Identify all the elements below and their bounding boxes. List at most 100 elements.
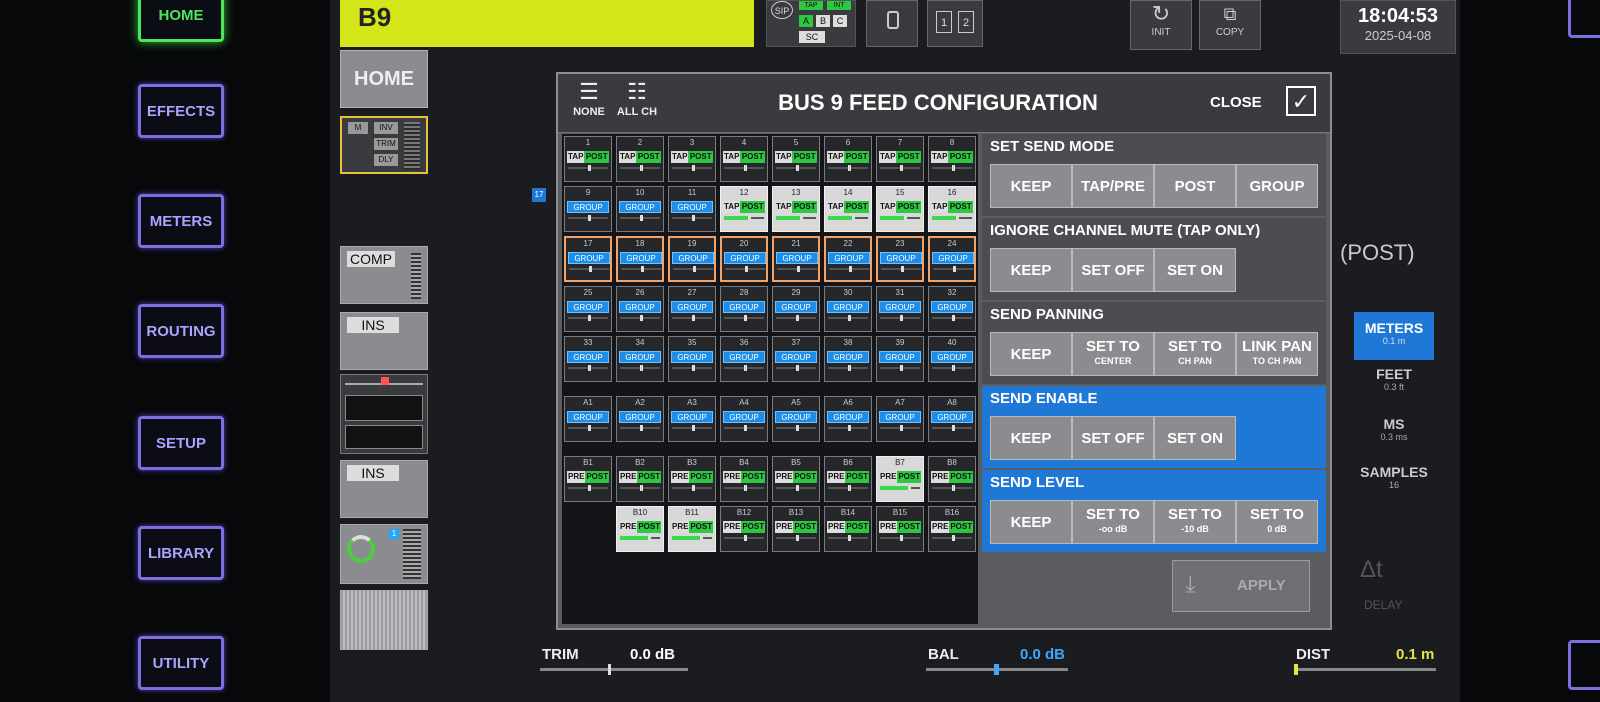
page-buttons[interactable]: 1 2 [927, 0, 983, 47]
send-level-knob[interactable] [640, 365, 643, 371]
channel-cell-b1[interactable]: B1 PRE POST [564, 456, 612, 502]
channel-cell-25[interactable]: 25 GROUP [564, 286, 612, 332]
send-level-knob[interactable] [692, 215, 695, 221]
channel-cell-39[interactable]: 39 GROUP [876, 336, 924, 382]
send-level-fader[interactable] [672, 165, 712, 171]
option-button[interactable]: SET OFF [1072, 416, 1154, 460]
send-level-fader[interactable] [568, 315, 608, 321]
channel-cell-15[interactable]: 15 TAP POST [876, 186, 924, 232]
output-tile[interactable] [340, 590, 428, 650]
send-level-fader[interactable] [880, 315, 920, 321]
send-level-knob[interactable] [952, 365, 955, 371]
channel-cell-b12[interactable]: B12 PRE POST [720, 506, 768, 552]
send-level-fader[interactable] [932, 485, 972, 491]
trim-slider-knob[interactable] [608, 664, 611, 675]
channel-cell-31[interactable]: 31 GROUP [876, 286, 924, 332]
channel-cell-b14[interactable]: B14 PRE POST [824, 506, 872, 552]
usb-button[interactable] [866, 0, 918, 47]
send-level-knob[interactable] [744, 315, 747, 321]
send-level-fader[interactable] [932, 315, 972, 321]
channel-cell-29[interactable]: 29 GROUP [772, 286, 820, 332]
channel-cell-a5[interactable]: A5 GROUP [772, 396, 820, 442]
send-level-knob[interactable] [900, 425, 903, 431]
send-level-fader[interactable] [880, 365, 920, 371]
send-level-knob[interactable] [796, 365, 799, 371]
eq-tile[interactable] [340, 374, 428, 454]
option-button[interactable]: SET ON [1154, 248, 1236, 292]
send-level-fader[interactable] [672, 365, 712, 371]
send-level-knob[interactable] [900, 165, 903, 171]
send-level-knob[interactable] [693, 266, 696, 272]
right-hardware-button[interactable] [1568, 640, 1600, 690]
option-button[interactable]: SET OFF [1072, 248, 1154, 292]
send-level-fader[interactable] [828, 165, 868, 171]
channel-cell-9[interactable]: 9 GROUP [564, 186, 612, 232]
send-level-fader[interactable] [620, 365, 660, 371]
channel-cell-a7[interactable]: A7 GROUP [876, 396, 924, 442]
send-level-knob[interactable] [640, 315, 643, 321]
hw-button-meters[interactable]: METERS [138, 194, 224, 248]
send-level-knob[interactable] [640, 215, 643, 221]
send-level-fader[interactable] [776, 425, 816, 431]
trim-slider[interactable] [540, 668, 688, 671]
apply-button[interactable]: ⤓ APPLY [1172, 560, 1310, 612]
send-level-fader[interactable] [776, 165, 816, 171]
channel-cell-35[interactable]: 35 GROUP [668, 336, 716, 382]
send-level-fader[interactable] [724, 165, 764, 171]
channel-cell-21[interactable]: 21 GROUP [772, 236, 820, 282]
send-level-knob[interactable] [588, 215, 591, 221]
option-button[interactable]: GROUP [1236, 164, 1318, 208]
channel-cell-5[interactable]: 5 TAP POST [772, 136, 820, 182]
send-level-knob[interactable] [648, 535, 651, 541]
send-level-knob[interactable] [956, 215, 959, 221]
send-level-fader[interactable] [829, 266, 869, 272]
channel-cell-b13[interactable]: B13 PRE POST [772, 506, 820, 552]
send-level-knob[interactable] [952, 425, 955, 431]
send-level-knob[interactable] [796, 165, 799, 171]
eq-hpf-knob[interactable] [381, 377, 389, 385]
channel-cell-b15[interactable]: B15 PRE POST [876, 506, 924, 552]
send-level-knob[interactable] [849, 266, 852, 272]
send-level-fader[interactable] [673, 266, 713, 272]
channel-cell-b2[interactable]: B2 PRE POST [616, 456, 664, 502]
send-level-fader[interactable] [776, 485, 816, 491]
option-button[interactable]: KEEP [990, 164, 1072, 208]
send-level-fader[interactable] [828, 485, 868, 491]
send-level-knob[interactable] [748, 215, 751, 221]
hw-button-home[interactable]: HOME [138, 0, 224, 42]
send-level-knob[interactable] [848, 315, 851, 321]
send-level-fader[interactable] [880, 535, 920, 541]
channel-cell-a3[interactable]: A3 GROUP [668, 396, 716, 442]
send-level-fader[interactable] [933, 266, 973, 272]
unit-meters-button[interactable]: METERS 0.1 m [1354, 312, 1434, 360]
channel-cell-23[interactable]: 23 GROUP [876, 236, 924, 282]
send-level-fader[interactable] [724, 365, 764, 371]
option-button[interactable]: SET TO CH PAN [1154, 332, 1236, 376]
channel-cell-b11[interactable]: B11 PRE POST [668, 506, 716, 552]
send-level-knob[interactable] [640, 165, 643, 171]
channel-cell-24[interactable]: 24 GROUP [928, 236, 976, 282]
channel-cell-22[interactable]: 22 GROUP [824, 236, 872, 282]
send-level-knob[interactable] [588, 165, 591, 171]
send-level-knob[interactable] [588, 365, 591, 371]
channel-cell-38[interactable]: 38 GROUP [824, 336, 872, 382]
send-level-knob[interactable] [901, 266, 904, 272]
option-button[interactable]: TAP/PRE [1072, 164, 1154, 208]
option-button[interactable]: SET TO CENTER [1072, 332, 1154, 376]
send-level-fader[interactable] [672, 535, 712, 541]
channel-cell-30[interactable]: 30 GROUP [824, 286, 872, 332]
send-level-fader[interactable] [828, 535, 868, 541]
abc-b[interactable]: B [816, 15, 830, 27]
send-level-knob[interactable] [692, 315, 695, 321]
channel-cell-a1[interactable]: A1 GROUP [564, 396, 612, 442]
select-all-button[interactable]: ☷ ALL CH [614, 78, 660, 128]
channel-cell-a2[interactable]: A2 GROUP [616, 396, 664, 442]
hw-button-setup[interactable]: SETUP [138, 416, 224, 470]
send-level-fader[interactable] [620, 485, 660, 491]
channel-cell-b10[interactable]: B10 PRE POST [616, 506, 664, 552]
send-level-knob[interactable] [797, 266, 800, 272]
sip-panel[interactable]: SIP TAP INT A B C SC [766, 0, 856, 47]
send-level-fader[interactable] [672, 215, 712, 221]
channel-cell-b3[interactable]: B3 PRE POST [668, 456, 716, 502]
channel-cell-20[interactable]: 20 GROUP [720, 236, 768, 282]
